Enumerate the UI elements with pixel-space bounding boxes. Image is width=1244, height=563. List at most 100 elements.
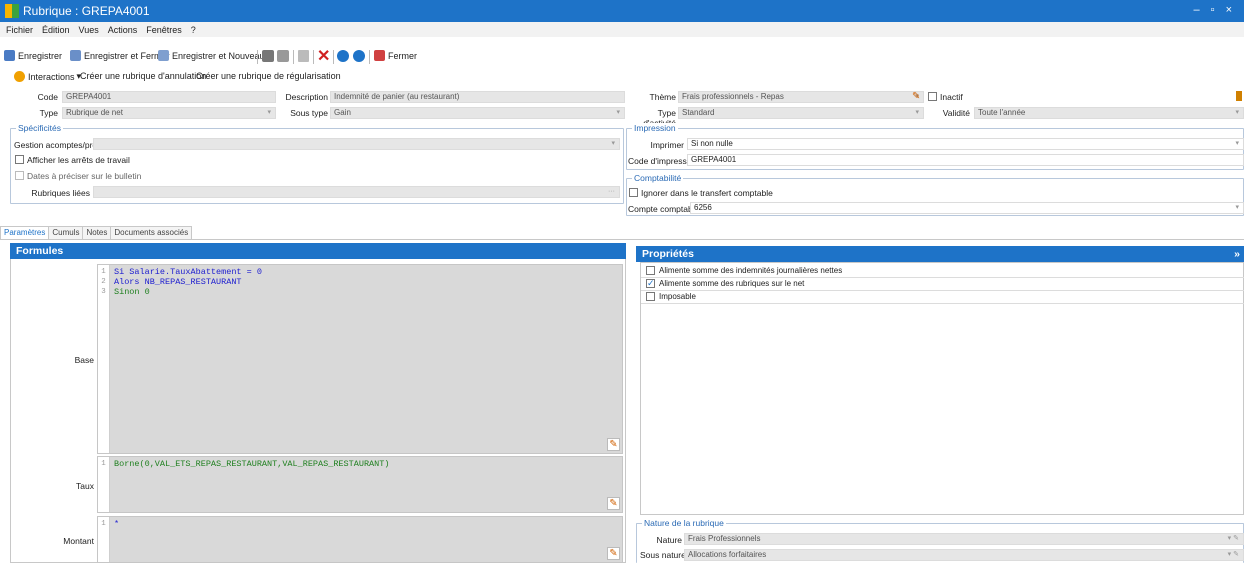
code-label: Code [37, 92, 58, 102]
save-button[interactable]: Enregistrer [4, 50, 62, 61]
menu-edition[interactable]: Édition [42, 25, 70, 35]
description-field[interactable]: Indemnité de panier (au restaurant) [330, 91, 625, 103]
edit-montant-icon[interactable]: ✎ [607, 547, 620, 560]
show-stoppages-label: Afficher les arrêts de travail [27, 155, 130, 165]
validity-label: Validité [942, 108, 970, 118]
delete-icon[interactable]: ✕ [317, 46, 330, 66]
tab-notes[interactable]: Notes [82, 226, 112, 239]
menu-help[interactable]: ? [191, 25, 196, 35]
menu-vues[interactable]: Vues [79, 25, 99, 35]
tab-divider [0, 239, 1244, 240]
menu-fichier[interactable]: Fichier [6, 25, 33, 35]
close-doc-icon [374, 50, 385, 61]
dates-checkbox[interactable] [15, 171, 24, 180]
property-checkbox[interactable] [646, 277, 655, 289]
window-title: Rubrique : GREPA4001 [23, 4, 150, 18]
edit-taux-icon[interactable]: ✎ [607, 497, 620, 510]
edit-theme-icon[interactable]: ✎ [912, 91, 920, 102]
separator [257, 50, 258, 64]
floppy-close-icon [70, 50, 81, 61]
acomptes-select[interactable]: ▾ [93, 138, 620, 150]
print-icon[interactable] [262, 50, 274, 62]
acomptes-label: Gestion acomptes/prêts [14, 140, 104, 150]
create-cancel-entry-link[interactable]: Créer une rubrique d'annulation [80, 71, 206, 81]
validity-select[interactable]: Toute l'année ▾ [974, 107, 1244, 119]
show-stoppages-checkbox[interactable] [15, 155, 24, 164]
tab-cumuls[interactable]: Cumuls [48, 226, 84, 239]
subtype-select[interactable]: Gain ▾ [330, 107, 625, 119]
base-formula-editor[interactable]: 123 Si Salarie.TauxAbattement = 0 Alors … [97, 264, 623, 454]
chevron-down-icon: ▾ [611, 140, 615, 147]
interactions-menu[interactable]: Interactions ▾ [14, 71, 81, 82]
previous-icon[interactable] [337, 50, 349, 62]
account-select[interactable]: 6256 ▾ [690, 202, 1244, 214]
chevron-down-icon: ▾ [915, 109, 919, 116]
description-label: Description [285, 92, 328, 102]
linked-entries-field[interactable]: ··· [93, 186, 620, 198]
base-formula-code: Si Salarie.TauxAbattement = 0 Alors NB_R… [114, 267, 262, 297]
activity-type-select[interactable]: Standard ▾ [678, 107, 924, 119]
tab-parametres[interactable]: Paramètres [0, 226, 50, 239]
linked-entries-label: Rubriques liées [31, 188, 90, 198]
subtype-label: Sous type [290, 108, 328, 118]
tab-documents[interactable]: Documents associés [110, 226, 193, 239]
line-numbers: 1 [98, 457, 110, 512]
nature-select[interactable]: Frais Professionnels ▾ ✎ [684, 533, 1244, 545]
menu-fenetres[interactable]: Fenêtres [146, 25, 182, 35]
nature-label: Nature [656, 535, 682, 545]
expand-icon[interactable]: » [1234, 246, 1240, 262]
title-bar: Rubrique : GREPA4001 – ▫ × [0, 0, 1244, 22]
separator [313, 50, 314, 64]
chevron-down-icon: ▾ [267, 109, 271, 116]
list-item[interactable]: Imposable [641, 291, 1244, 304]
print-code-field[interactable]: GREPA4001 [687, 154, 1244, 166]
subnature-select[interactable]: Allocations forfaitaires ▾ ✎ [684, 549, 1244, 561]
taux-formula-editor[interactable]: 1 Borne(0,VAL_ETS_REPAS_RESTAURANT,VAL_R… [97, 456, 623, 513]
print-select[interactable]: Si non nulle ▾ [687, 138, 1244, 150]
montant-formula-editor[interactable]: 1 * ✎ [97, 516, 623, 563]
property-checkbox[interactable] [646, 266, 655, 275]
nature-title: Nature de la rubrique [642, 518, 726, 528]
save-new-button[interactable]: Enregistrer et Nouveau [158, 50, 265, 61]
app-icon [5, 4, 19, 18]
print-preview-icon[interactable] [277, 50, 289, 62]
line-numbers: 1 [98, 517, 110, 562]
next-icon[interactable] [353, 50, 365, 62]
chevron-down-icon: ▾ [1235, 109, 1239, 116]
properties-list: Alimente somme des indemnités journalièr… [640, 262, 1244, 515]
interactions-icon [14, 71, 25, 82]
dates-label: Dates à préciser sur le bulletin [27, 171, 142, 181]
print-label: Imprimer [650, 140, 684, 150]
montant-label: Montant [63, 536, 94, 546]
copy-icon[interactable] [298, 50, 309, 62]
theme-label: Thème [649, 92, 676, 102]
list-item[interactable]: Alimente somme des indemnités journalièr… [641, 265, 1244, 278]
chevron-down-icon: ▾ [1235, 140, 1239, 147]
code-field[interactable]: GREPA4001 [62, 91, 276, 103]
property-checkbox[interactable] [646, 292, 655, 301]
type-select[interactable]: Rubrique de net ▾ [62, 107, 276, 119]
menu-actions[interactable]: Actions [108, 25, 138, 35]
separator [369, 50, 370, 64]
save-close-button[interactable]: Enregistrer et Fermer [70, 50, 170, 61]
theme-select[interactable]: Frais professionnels - Repas ▾ [678, 91, 924, 103]
toolbar: Enregistrer Enregistrer et Fermer Enregi… [0, 37, 1244, 69]
separator [293, 50, 294, 64]
inactive-label: Inactif [940, 92, 963, 102]
chevron-down-icon: ▾ [1235, 204, 1239, 211]
more-button[interactable]: ··· [608, 187, 615, 197]
create-regul-entry-link[interactable]: Créer une rubrique de régularisation [196, 71, 341, 81]
specificites-title: Spécificités [16, 123, 63, 133]
inactive-checkbox[interactable] [928, 92, 937, 101]
floppy-icon [4, 50, 15, 61]
window-controls[interactable]: – ▫ × [1193, 4, 1236, 16]
line-numbers: 123 [98, 265, 110, 453]
tab-bar: Paramètres Cumuls Notes Documents associ… [0, 226, 193, 239]
ignore-transfer-checkbox[interactable] [629, 188, 638, 197]
subnature-label: Sous nature [640, 550, 686, 560]
close-button[interactable]: Fermer [374, 50, 417, 61]
edit-base-icon[interactable]: ✎ [607, 438, 620, 451]
chevron-down-icon: ▾ ✎ [1227, 535, 1239, 542]
list-item[interactable]: Alimente somme des rubriques sur le net [641, 277, 1244, 291]
impression-title: Impression [632, 123, 678, 133]
